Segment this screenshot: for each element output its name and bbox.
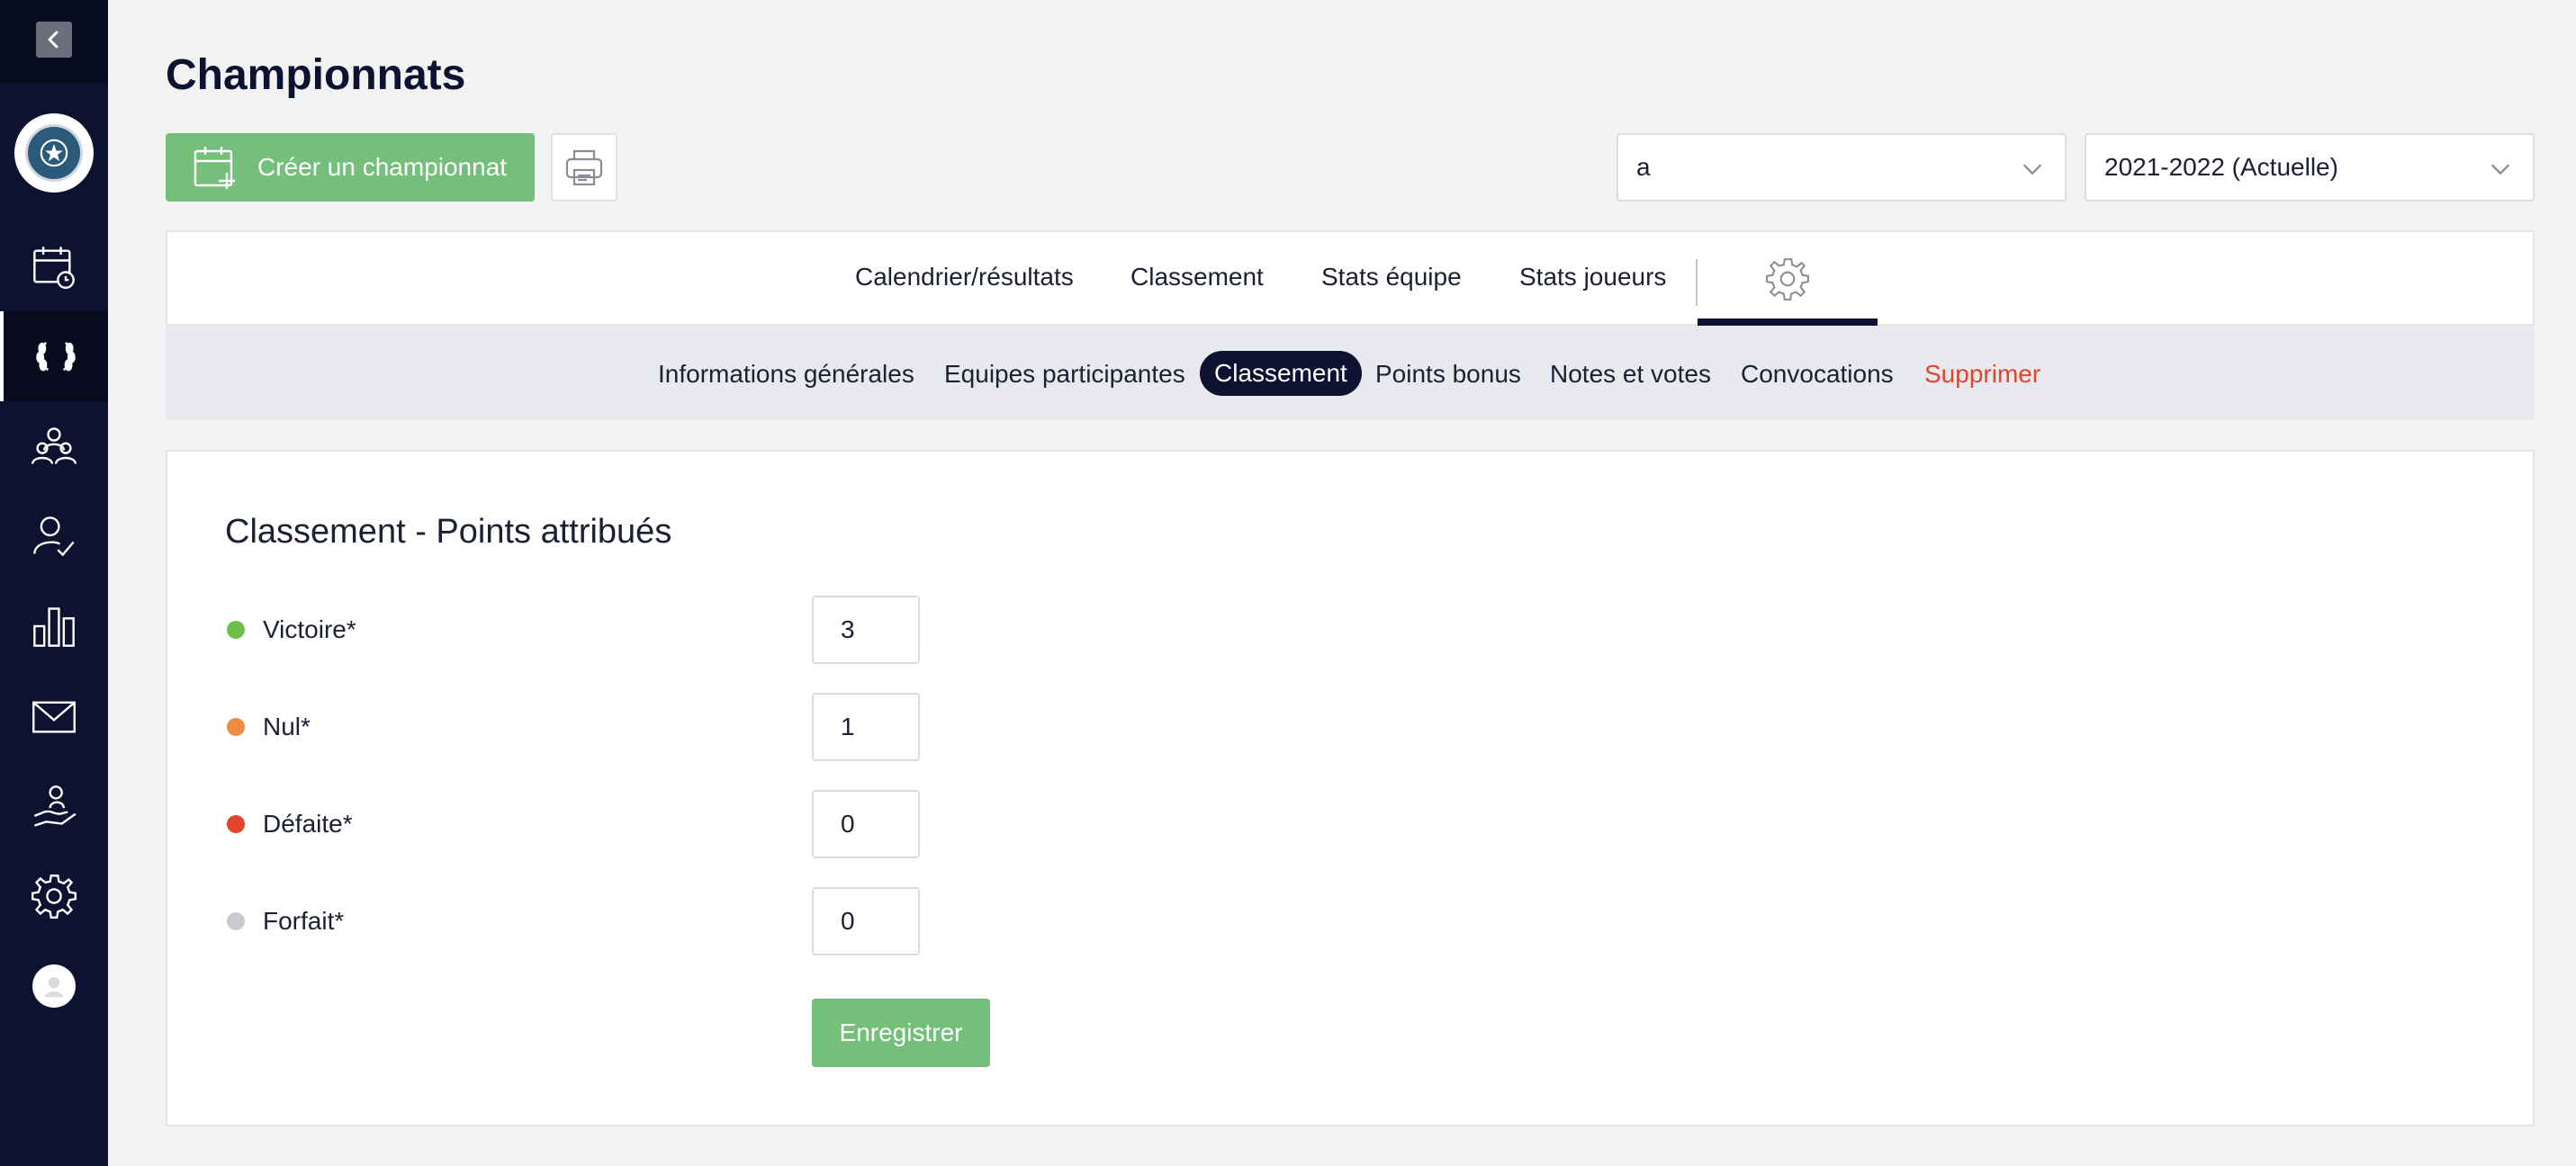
tab-player-stats[interactable]: Stats joueurs <box>1519 263 1666 292</box>
hand-user-icon <box>33 785 77 827</box>
sidebar-top <box>0 0 108 83</box>
sidebar-item-championships[interactable] <box>0 311 108 401</box>
win-points-input[interactable] <box>812 596 920 664</box>
avatar-icon <box>45 977 63 998</box>
gear-icon <box>31 874 77 919</box>
subnav-general-info[interactable]: Informations générales <box>658 360 914 389</box>
save-button[interactable]: Enregistrer <box>812 999 990 1067</box>
create-championship-button[interactable]: Créer un championnat <box>166 133 535 202</box>
laurel-icon <box>36 341 76 372</box>
chevron-left-icon <box>48 31 59 49</box>
subnav-participating-teams[interactable]: Equipes participantes <box>944 360 1185 389</box>
sidebar-item-members[interactable] <box>0 491 108 581</box>
chevron-down-icon <box>2490 164 2510 175</box>
bar-chart-icon <box>33 607 75 647</box>
panel-title: Classement - Points attribués <box>225 513 672 551</box>
settings-subnav: Informations générales Equipes participa… <box>166 326 2535 419</box>
calendar-clock-icon <box>33 247 75 290</box>
club-logo[interactable] <box>14 113 94 193</box>
subnav-standings[interactable]: Classement <box>1200 351 1362 396</box>
chevron-down-icon <box>2022 164 2042 175</box>
sidebar-item-settings[interactable] <box>0 851 108 941</box>
draw-label: Nul* <box>263 713 311 740</box>
subnav-bonus-points[interactable]: Points bonus <box>1375 360 1521 389</box>
filter-select-value: a <box>1636 153 1651 181</box>
sidebar-item-messages[interactable] <box>0 671 108 761</box>
main-tabs: Calendrier/résultats Classement Stats éq… <box>166 230 2535 326</box>
star-icon <box>40 139 68 167</box>
sidebar-item-stats[interactable] <box>0 581 108 671</box>
create-championship-label: Créer un championnat <box>257 153 508 181</box>
season-select-value: 2021-2022 (Actuelle) <box>2104 153 2338 181</box>
season-select[interactable]: 2021-2022 (Actuelle) <box>2085 133 2535 202</box>
gear-icon <box>1766 258 1809 300</box>
forfeit-label: Forfait* <box>263 907 345 935</box>
tab-standings[interactable]: Classement <box>1130 263 1264 292</box>
subnav-convocations[interactable]: Convocations <box>1741 360 1894 389</box>
printer-icon <box>565 149 603 186</box>
subnav-ratings-votes[interactable]: Notes et votes <box>1550 360 1711 389</box>
draw-points-input[interactable] <box>812 693 920 761</box>
loss-label: Défaite* <box>263 810 353 838</box>
page-title: Championnats <box>166 51 466 99</box>
points-panel: Classement - Points attribués Victoire* … <box>166 450 2535 1126</box>
active-tab-indicator <box>1698 318 1878 326</box>
forfeit-status-dot <box>227 912 245 930</box>
subnav-delete[interactable]: Supprimer <box>1924 360 2040 389</box>
draw-status-dot <box>227 718 245 736</box>
sidebar-item-teams[interactable] <box>0 401 108 491</box>
print-button[interactable] <box>551 133 617 202</box>
loss-points-input[interactable] <box>812 790 920 858</box>
tab-calendar-results[interactable]: Calendrier/résultats <box>855 263 1074 292</box>
sidebar <box>0 0 108 1166</box>
user-avatar[interactable] <box>32 964 76 1008</box>
collapse-sidebar-button[interactable] <box>36 22 72 58</box>
group-icon <box>31 427 77 464</box>
sidebar-item-volunteers[interactable] <box>0 761 108 851</box>
win-label: Victoire* <box>263 615 356 643</box>
filter-select[interactable]: a <box>1617 133 2067 202</box>
forfeit-points-input[interactable] <box>812 887 920 955</box>
tab-settings[interactable] <box>1698 232 1878 326</box>
mail-icon <box>32 701 76 733</box>
calendar-add-icon <box>194 147 235 189</box>
loss-status-dot <box>227 815 245 833</box>
sidebar-item-calendar[interactable] <box>0 221 108 311</box>
win-status-dot <box>227 621 245 639</box>
user-check-icon <box>33 516 75 557</box>
tab-team-stats[interactable]: Stats équipe <box>1321 263 1462 292</box>
